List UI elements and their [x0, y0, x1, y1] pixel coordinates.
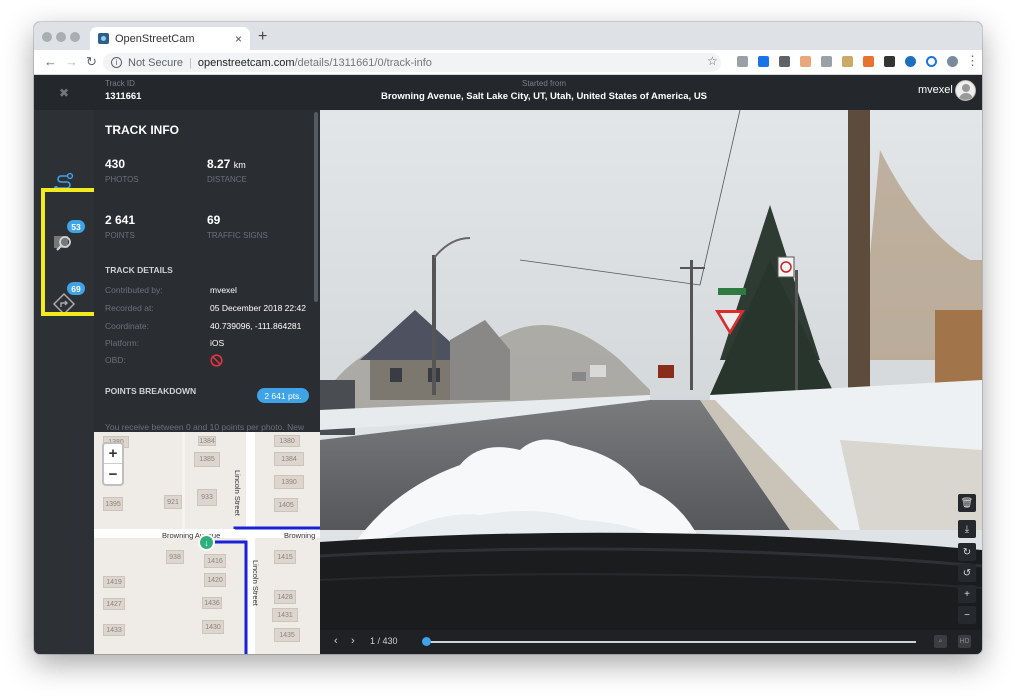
photo-counter: 1 / 430 [370, 636, 398, 646]
new-tab-button[interactable]: + [258, 28, 267, 46]
photos-label: PHOTOS [105, 175, 139, 184]
platform-label: Platform: [105, 338, 140, 348]
points-badge: 2 641 pts. [257, 388, 309, 403]
username[interactable]: mvexel [918, 84, 953, 96]
browser-menu-icon[interactable]: ⋮ [966, 53, 979, 69]
not-secure-label: Not Secure [128, 56, 184, 69]
track-details-heading: TRACK DETAILS [105, 265, 173, 275]
points-value: 2 641 [105, 213, 136, 227]
contributed-by-label: Contributed by: [105, 285, 163, 295]
maximize-window-button[interactable] [70, 32, 80, 42]
url-path: /details/1311661/0/track-info [294, 56, 432, 69]
track-start-pin-icon[interactable]: ↓ [198, 534, 215, 551]
panel-scrollbar[interactable] [314, 112, 318, 302]
photo-zoom-out-button[interactable]: − [958, 606, 976, 624]
extension-icon[interactable] [800, 56, 811, 67]
map-zoom-control: + − [102, 442, 124, 486]
map-zoom-out-button[interactable]: − [104, 464, 122, 484]
extension-icon[interactable] [821, 56, 832, 67]
photo-navigation-bar: ‹ › 1 / 430 ⌕ HD [320, 630, 982, 654]
street-photo[interactable] [320, 110, 982, 630]
tab-bar: OpenStreetCam × + [34, 22, 982, 50]
extension-icon[interactable] [926, 56, 937, 67]
search-icon[interactable]: ⌕ [934, 635, 947, 648]
browser-toolbar: ← → ↻ i Not Secure | openstreetcam.com /… [34, 50, 982, 75]
next-photo-button[interactable]: › [351, 635, 355, 647]
extension-icon[interactable] [758, 56, 769, 67]
track-id-value: 1311661 [105, 91, 142, 102]
obd-label: OBD: [105, 355, 126, 365]
rotate-left-button[interactable]: ↺ [958, 564, 976, 582]
street-photo-image [320, 110, 982, 630]
distance-value: 8.27 km [207, 157, 246, 171]
browser-window: OpenStreetCam × + ← → ↻ i Not Secure | o… [34, 22, 982, 654]
traffic-signs-label: TRAFFIC SIGNS [207, 231, 268, 240]
delete-photo-button[interactable]: 🗑 [958, 494, 976, 512]
bookmark-star-icon[interactable]: ☆ [707, 54, 718, 68]
tab-close-icon[interactable]: × [235, 32, 242, 46]
download-photo-button[interactable]: ⤓ [958, 520, 976, 538]
started-from-label: Started from [521, 79, 566, 88]
back-arrow-icon[interactable]: ← [44, 54, 57, 69]
forward-arrow-icon[interactable]: → [65, 54, 78, 69]
map-zoom-in-button[interactable]: + [104, 444, 122, 464]
extension-icon[interactable] [842, 56, 853, 67]
reload-icon[interactable]: ↻ [86, 54, 97, 70]
distance-label: DISTANCE [207, 175, 247, 184]
rotate-right-button[interactable]: ↻ [958, 543, 976, 561]
close-window-button[interactable] [42, 32, 52, 42]
photos-value: 430 [105, 157, 126, 171]
app-header: ✖ Track ID 1311661 Started from Browning… [34, 75, 982, 110]
photo-progress-knob[interactable] [422, 637, 432, 646]
recorded-at-label: Recorded at: [105, 303, 154, 313]
minimize-window-button[interactable] [56, 32, 66, 42]
tab-title: OpenStreetCam [115, 32, 195, 45]
track-id-label: Track ID [105, 79, 135, 88]
browser-tab[interactable]: OpenStreetCam × [90, 27, 250, 50]
points-note: You receive between 0 and 10 points per … [105, 422, 305, 432]
extension-icon[interactable] [779, 56, 790, 67]
close-icon[interactable]: ✖ [34, 75, 94, 110]
extension-icon[interactable] [905, 56, 916, 67]
profile-avatar-icon[interactable] [947, 56, 958, 67]
panel-title: TRACK INFO [105, 123, 179, 137]
url-separator: | [189, 56, 192, 69]
track-info-panel: TRACK INFO 430 PHOTOS 8.27 km DISTANCE 2… [94, 110, 320, 432]
coordinate-label: Coordinate: [105, 321, 149, 331]
traffic-signs-value: 69 [207, 213, 221, 227]
user-avatar-icon[interactable] [955, 80, 976, 101]
hd-icon[interactable]: HD [958, 635, 971, 648]
coordinate-value: 40.739096, -111.864281 [210, 321, 302, 331]
contributed-by-value[interactable]: mvexel [210, 285, 237, 295]
extension-icon[interactable] [863, 56, 874, 67]
info-icon[interactable]: i [111, 57, 122, 68]
track-map[interactable]: 1380 1384 1385 1395 921 933 938 1380 138… [94, 432, 320, 654]
url-host: openstreetcam.com [197, 56, 295, 69]
openstreetcam-favicon-icon [98, 33, 109, 44]
recorded-at-value: 05 December 2018 22:42 [210, 303, 306, 313]
photo-zoom-in-button[interactable]: + [958, 585, 976, 603]
extension-icon[interactable] [884, 56, 895, 67]
address-bar[interactable]: i Not Secure | openstreetcam.com /detail… [103, 53, 721, 72]
camera-extension-icon[interactable] [737, 56, 748, 67]
platform-value: iOS [210, 338, 225, 348]
photo-progress-track[interactable] [426, 641, 916, 643]
points-breakdown-heading: POINTS BREAKDOWN [105, 386, 197, 396]
points-label: POINTS [105, 231, 135, 240]
obd-disabled-icon [210, 354, 223, 369]
previous-photo-button[interactable]: ‹ [334, 635, 338, 647]
started-from-value: Browning Avenue, Salt Lake City, UT, Uta… [380, 91, 708, 102]
